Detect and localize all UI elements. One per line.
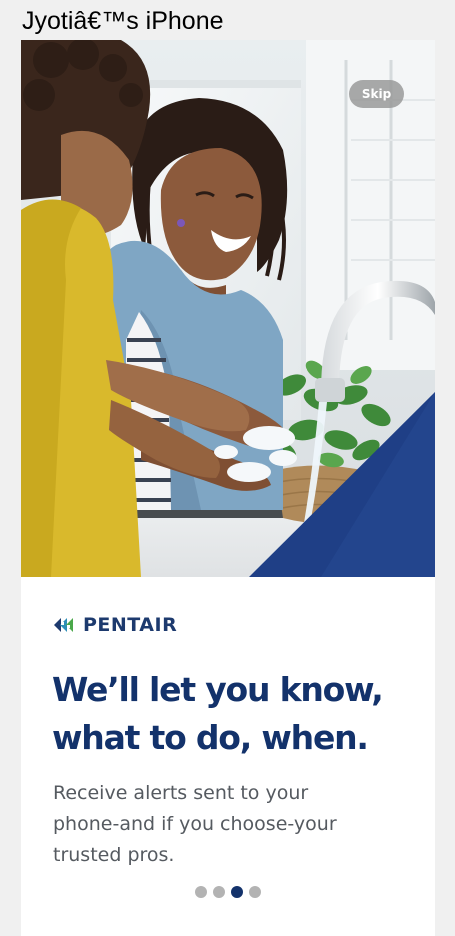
page-dot-1[interactable] — [195, 886, 207, 898]
brand-logo: PENTAIR — [52, 610, 177, 640]
hero-image: Skip — [21, 40, 435, 577]
headline: We’ll let you know, what to do, when. — [52, 666, 432, 762]
page-dot-4[interactable] — [249, 886, 261, 898]
headline-line-1: We’ll let you know, — [52, 670, 384, 709]
headline-line-2: what to do, when. — [52, 718, 369, 757]
brand-name: PENTAIR — [83, 614, 178, 636]
description: Receive alerts sent to your phone-and if… — [53, 778, 393, 871]
hero-photo-illustration — [21, 40, 435, 577]
page-indicator — [21, 886, 435, 898]
page-dot-2[interactable] — [213, 886, 225, 898]
description-line-1: Receive alerts sent to your — [53, 782, 309, 804]
description-line-3: trusted pros. — [53, 844, 175, 866]
window-title: Jyotiâ€™s iPhone — [22, 7, 224, 35]
description-line-2: phone-and if you choose-your — [53, 813, 337, 835]
phone-screen: Skip PENTAIR We’ll let you know, what to… — [21, 40, 435, 936]
skip-button[interactable]: Skip — [349, 80, 404, 108]
pentair-logo-icon — [54, 618, 73, 632]
page-dot-3-active[interactable] — [231, 886, 243, 898]
